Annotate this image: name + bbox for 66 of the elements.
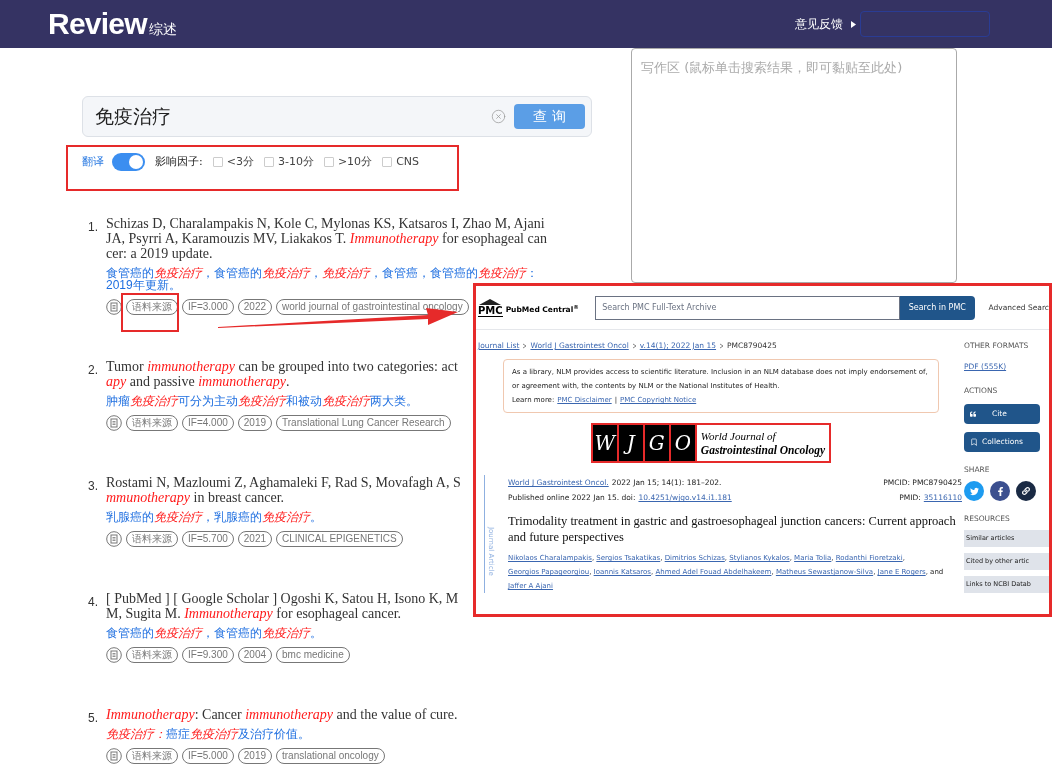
writing-area[interactable]: 写作区 (鼠标单击搜索结果，即可黏贴至此处)	[631, 48, 957, 283]
clear-icon	[491, 109, 506, 124]
citation-line[interactable]: apy and passive immunotherapy.	[106, 374, 458, 389]
citation-line[interactable]: Tumor immunotherapy can be grouped into two categories: act	[106, 359, 458, 374]
header-input[interactable]	[860, 11, 990, 37]
translate-toggle[interactable]	[112, 153, 145, 171]
search-button[interactable]: Search in PMC	[900, 295, 975, 320]
document-icon[interactable]	[106, 647, 122, 663]
site-subtitle: 综述	[148, 19, 177, 39]
translation-line: 食管癌的免疫治疗，食管癌的免疫治疗，免疫治疗，食管癌，食管癌的免疫治疗：	[106, 267, 539, 279]
logo-letter: O	[670, 425, 697, 462]
citation-line[interactable]: cer: a 2019 update.	[106, 246, 547, 261]
site-logo[interactable]: Review	[48, 9, 147, 39]
caret-icon	[851, 20, 856, 28]
checkbox[interactable]	[382, 157, 393, 167]
citation-line[interactable]: Schizas D, Charalampakis N, Kole C, Mylonas KS, Katsaros I, Zhao M, Ajani	[106, 216, 547, 231]
filter-option-label: >10分	[337, 153, 373, 170]
result-number: 5.	[87, 710, 99, 727]
translation-line: 肿瘤免疫治疗可分为主动免疫治疗和被动免疫治疗两大类。	[106, 395, 419, 407]
logo-letter: G	[644, 425, 671, 462]
impact-factor-label: 影响因子:	[155, 153, 203, 170]
logo-letter: J	[618, 425, 645, 462]
highlight-frame	[121, 293, 179, 332]
facebook-icon[interactable]	[990, 481, 1010, 501]
chevron-icon	[631, 342, 637, 349]
document-icon[interactable]	[106, 299, 122, 315]
translation-line: 食管癌的免疫治疗，食管癌的免疫治疗。	[106, 627, 323, 639]
journal-name: World Journal of	[700, 429, 778, 443]
translation-line: 乳腺癌的免疫治疗，乳腺癌的免疫治疗。	[106, 511, 323, 523]
document-icon[interactable]	[106, 531, 122, 547]
citation-line[interactable]: Rostami N, Mazloumi Z, Aghamaleki F, Rad S, Movafagh A, S	[106, 475, 461, 490]
citation-line[interactable]: M, Sugita M. Immunotherapy for esophageal cancer.	[106, 606, 459, 621]
citation-line[interactable]: Immunotherapy: Cancer immunotherapy and the value of cure.	[106, 707, 458, 722]
document-icon[interactable]	[106, 748, 122, 764]
checkbox[interactable]	[323, 157, 334, 167]
bird-icon[interactable]	[964, 481, 984, 501]
chevron-icon	[719, 342, 725, 349]
link-icon[interactable]	[1016, 481, 1036, 501]
result-number: 1.	[87, 219, 99, 236]
logo-letter: W	[592, 425, 619, 462]
filter-option-label: <3分	[226, 153, 254, 170]
result-number: 2.	[87, 362, 99, 379]
journal-name: Gastrointestinal Oncology	[700, 442, 826, 457]
search-query: 免疫治疗	[95, 104, 171, 130]
citation-line[interactable]: JA, Psyrri A, Karamouzis MV, Liakakos T. Immunotherapy for esophageal can	[106, 231, 547, 246]
quote-icon	[970, 410, 976, 417]
filter-option-label: 3-10分	[277, 153, 314, 170]
translation-line: 免疫治疗：癌症免疫治疗及治疗价值。	[106, 728, 311, 740]
checkbox[interactable]	[263, 157, 274, 167]
search-field[interactable]: Search PMC Full-Text Archive	[595, 295, 901, 320]
citation-line[interactable]: [ PubMed ] [ Google Scholar ] Ogoshi K, Satou H, Isono K, M	[106, 591, 459, 606]
checkbox[interactable]	[212, 157, 223, 167]
feedback-link[interactable]: 意见反馈	[795, 15, 843, 33]
article-title: Trimodality treatment in gastric and gastroesophageal junction cancers: Current approach and future perspectives	[508, 513, 957, 546]
translate-label: 翻译	[82, 153, 104, 170]
citation-line[interactable]: mmunotherapy in breast cancer.	[106, 490, 461, 505]
bookmark-icon	[970, 437, 978, 446]
filter-option-label: CNS	[396, 153, 420, 170]
search-box[interactable]: 免疫治疗 查 询	[82, 96, 592, 137]
pmc-logo: PMC	[478, 304, 503, 317]
result-number: 4.	[87, 594, 99, 611]
result-number: 3.	[87, 478, 99, 495]
building-icon	[478, 298, 503, 305]
translation-line: 2019年更新。	[106, 279, 181, 291]
chevron-icon	[522, 342, 528, 349]
document-icon[interactable]	[106, 415, 122, 431]
